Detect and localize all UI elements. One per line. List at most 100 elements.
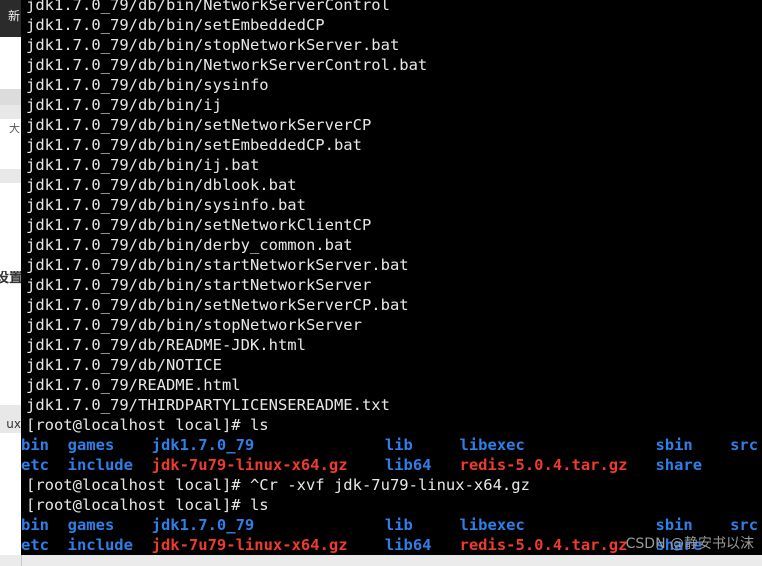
terminal-line: [root@localhost local]# ls [21,495,762,515]
ls-entry-directory[interactable]: games [68,515,115,535]
terminal-line: jdk1.7.0_79/db/bin/stopNetworkServer.bat [21,35,762,55]
terminal-line: jdk1.7.0_79/db/bin/ij [21,95,762,115]
terminal-text: jdk1.7.0_79/db/bin/stopNetworkServer.bat [26,36,400,54]
ls-entry-directory[interactable]: lib [385,435,413,455]
ls-entry-directory[interactable]: bin [21,435,49,455]
terminal-line: jdk1.7.0_79/db/bin/ij.bat [21,155,762,175]
ls-entry-directory[interactable]: include [68,455,133,475]
page-bottom-strip [0,555,762,566]
ls-entry-directory[interactable]: src [730,515,758,535]
terminal-text: jdk1.7.0_79/db/bin/setNetworkClientCP [26,216,372,234]
terminal-text: jdk1.7.0_79/README.html [26,376,241,394]
terminal-line: jdk1.7.0_79/db/bin/setEmbeddedCP [21,15,762,35]
background-row [0,89,21,106]
terminal-text: jdk1.7.0_79/THIRDPARTYLICENSEREADME.txt [26,396,390,414]
terminal-line: jdk1.7.0_79/db/NOTICE [21,355,762,375]
terminal-text: jdk1.7.0_79/db/bin/setNetworkServerCP [26,116,372,134]
terminal-text: jdk1.7.0_79/db/README-JDK.html [26,336,306,354]
panel-divider [21,555,22,566]
background-row [0,141,21,170]
background-side-label: ux [6,417,21,431]
terminal-text: jdk1.7.0_79/db/bin/setEmbeddedCP [26,16,325,34]
terminal-line: [root@localhost local]# ls [21,415,762,435]
ls-entry-archive[interactable]: jdk-7u79-linux-x64.gz [152,535,348,555]
background-row [0,63,21,90]
terminal-text: jdk1.7.0_79/db/bin/sysinfo [26,76,269,94]
ls-entry-directory[interactable]: lib64 [385,455,432,475]
terminal-text: jdk1.7.0_79/db/bin/stopNetworkServer [26,316,362,334]
background-row: 大 [0,119,21,142]
terminal-text: jdk1.7.0_79/db/bin/sysinfo.bat [26,196,306,214]
terminal-line: jdk1.7.0_79/db/bin/dblook.bat [21,175,762,195]
terminal-text: jdk1.7.0_79/db/bin/setEmbeddedCP.bat [26,136,362,154]
shell-command: ls [249,496,269,514]
terminal-text: jdk1.7.0_79/db/bin/NetworkServerControl.… [26,56,428,74]
ls-entry-archive[interactable]: jdk-7u79-linux-x64.gz [152,455,348,475]
background-row: 设置 [0,263,21,298]
ls-entry-directory[interactable]: jdk1.7.0_79 [152,435,255,455]
background-glyph-2: 设置 [0,271,21,286]
terminal-line: jdk1.7.0_79/db/bin/setNetworkClientCP [21,215,762,235]
ls-entry-directory[interactable]: libexec [460,435,525,455]
screenshot-root: 新 大 设置 ux jdk1.7.0_79/db/bin/NetworkServ… [0,0,762,566]
terminal-text: jdk1.7.0_79/db/bin/ij.bat [26,156,260,174]
terminal-text: jdk1.7.0_79/db/bin/startNetworkServer.ba… [26,256,409,274]
ls-entry-directory[interactable]: lib64 [385,535,432,555]
terminal-text: jdk1.7.0_79/db/NOTICE [26,356,222,374]
ls-entry-archive[interactable]: redis-5.0.4.tar.gz [460,535,628,555]
background-row [0,297,21,406]
ls-entry-directory[interactable]: etc [21,535,49,555]
terminal-text: jdk1.7.0_79/db/bin/derby_common.bat [26,236,353,254]
ls-entry-directory[interactable]: include [68,535,133,555]
terminal-line: jdk1.7.0_79/db/bin/setEmbeddedCP.bat [21,135,762,155]
shell-prompt: [root@localhost local]# [26,416,250,434]
ls-entry-directory[interactable]: sbin [655,515,692,535]
terminal-line: jdk1.7.0_79/db/bin/NetworkServerControl [21,0,762,15]
terminal-line: bin games jdk1.7.0_79 lib libexec sbin src [21,435,762,455]
background-row [0,105,21,120]
ls-entry-directory[interactable]: libexec [460,515,525,535]
ls-entry-directory[interactable]: games [68,435,115,455]
ls-entry-directory[interactable]: lib [385,515,413,535]
background-glyph-1: 大 [9,123,20,135]
ls-entry-directory[interactable]: share [655,455,702,475]
terminal-line: jdk1.7.0_79/db/bin/sysinfo [21,75,762,95]
terminal-text: jdk1.7.0_79/db/bin/NetworkServerControl [26,0,390,14]
background-row [0,433,21,566]
ls-entry-archive[interactable]: redis-5.0.4.tar.gz [460,455,628,475]
terminal-line: jdk1.7.0_79/db/bin/startNetworkServer [21,275,762,295]
ls-entry-directory[interactable]: share [655,535,702,555]
terminal-line: jdk1.7.0_79/db/bin/setNetworkServerCP [21,115,762,135]
terminal-line: etc include jdk-7u79-linux-x64.gz lib64 redi… [21,535,762,555]
shell-command: ^Cr -xvf jdk-7u79-linux-x64.gz [249,476,530,494]
terminal-line: bin games jdk1.7.0_79 lib libexec sbin src [21,515,762,535]
terminal-window[interactable]: jdk1.7.0_79/db/bin/NetworkServerControlj… [21,0,762,555]
background-app-panel[interactable]: 新 大 设置 ux [0,0,21,566]
terminal-line: jdk1.7.0_79/db/README-JDK.html [21,335,762,355]
terminal-text: jdk1.7.0_79/db/bin/dblook.bat [26,176,297,194]
ls-entry-directory[interactable]: sbin [655,435,692,455]
ls-entry-directory[interactable]: etc [21,455,49,475]
terminal-output: jdk1.7.0_79/db/bin/NetworkServerControlj… [21,0,762,555]
terminal-text: jdk1.7.0_79/db/bin/setNetworkServerCP.ba… [26,296,409,314]
terminal-line: jdk1.7.0_79/db/bin/derby_common.bat [21,235,762,255]
terminal-line: jdk1.7.0_79/db/bin/startNetworkServer.ba… [21,255,762,275]
terminal-line: jdk1.7.0_79/db/bin/setNetworkServerCP.ba… [21,295,762,315]
background-row [0,169,21,184]
terminal-line: jdk1.7.0_79/db/bin/stopNetworkServer [21,315,762,335]
terminal-line: jdk1.7.0_79/db/bin/NetworkServerControl.… [21,55,762,75]
terminal-line: jdk1.7.0_79/README.html [21,375,762,395]
terminal-line: etc include jdk-7u79-linux-x64.gz lib64 redi… [21,455,762,475]
background-row [0,183,21,264]
ls-entry-directory[interactable]: bin [21,515,49,535]
ls-entry-directory[interactable]: jdk1.7.0_79 [152,515,255,535]
terminal-line: [root@localhost local]# ^Cr -xvf jdk-7u7… [21,475,762,495]
terminal-text: jdk1.7.0_79/db/bin/startNetworkServer [26,276,372,294]
terminal-text: jdk1.7.0_79/db/bin/ij [26,96,222,114]
shell-command: ls [249,416,269,434]
ls-entry-directory[interactable]: src [730,435,758,455]
terminal-line: jdk1.7.0_79/db/bin/sysinfo.bat [21,195,762,215]
terminal-line: jdk1.7.0_79/THIRDPARTYLICENSEREADME.txt [21,395,762,415]
shell-prompt: [root@localhost local]# [26,476,250,494]
background-app-titlebar: 新 [0,0,21,37]
